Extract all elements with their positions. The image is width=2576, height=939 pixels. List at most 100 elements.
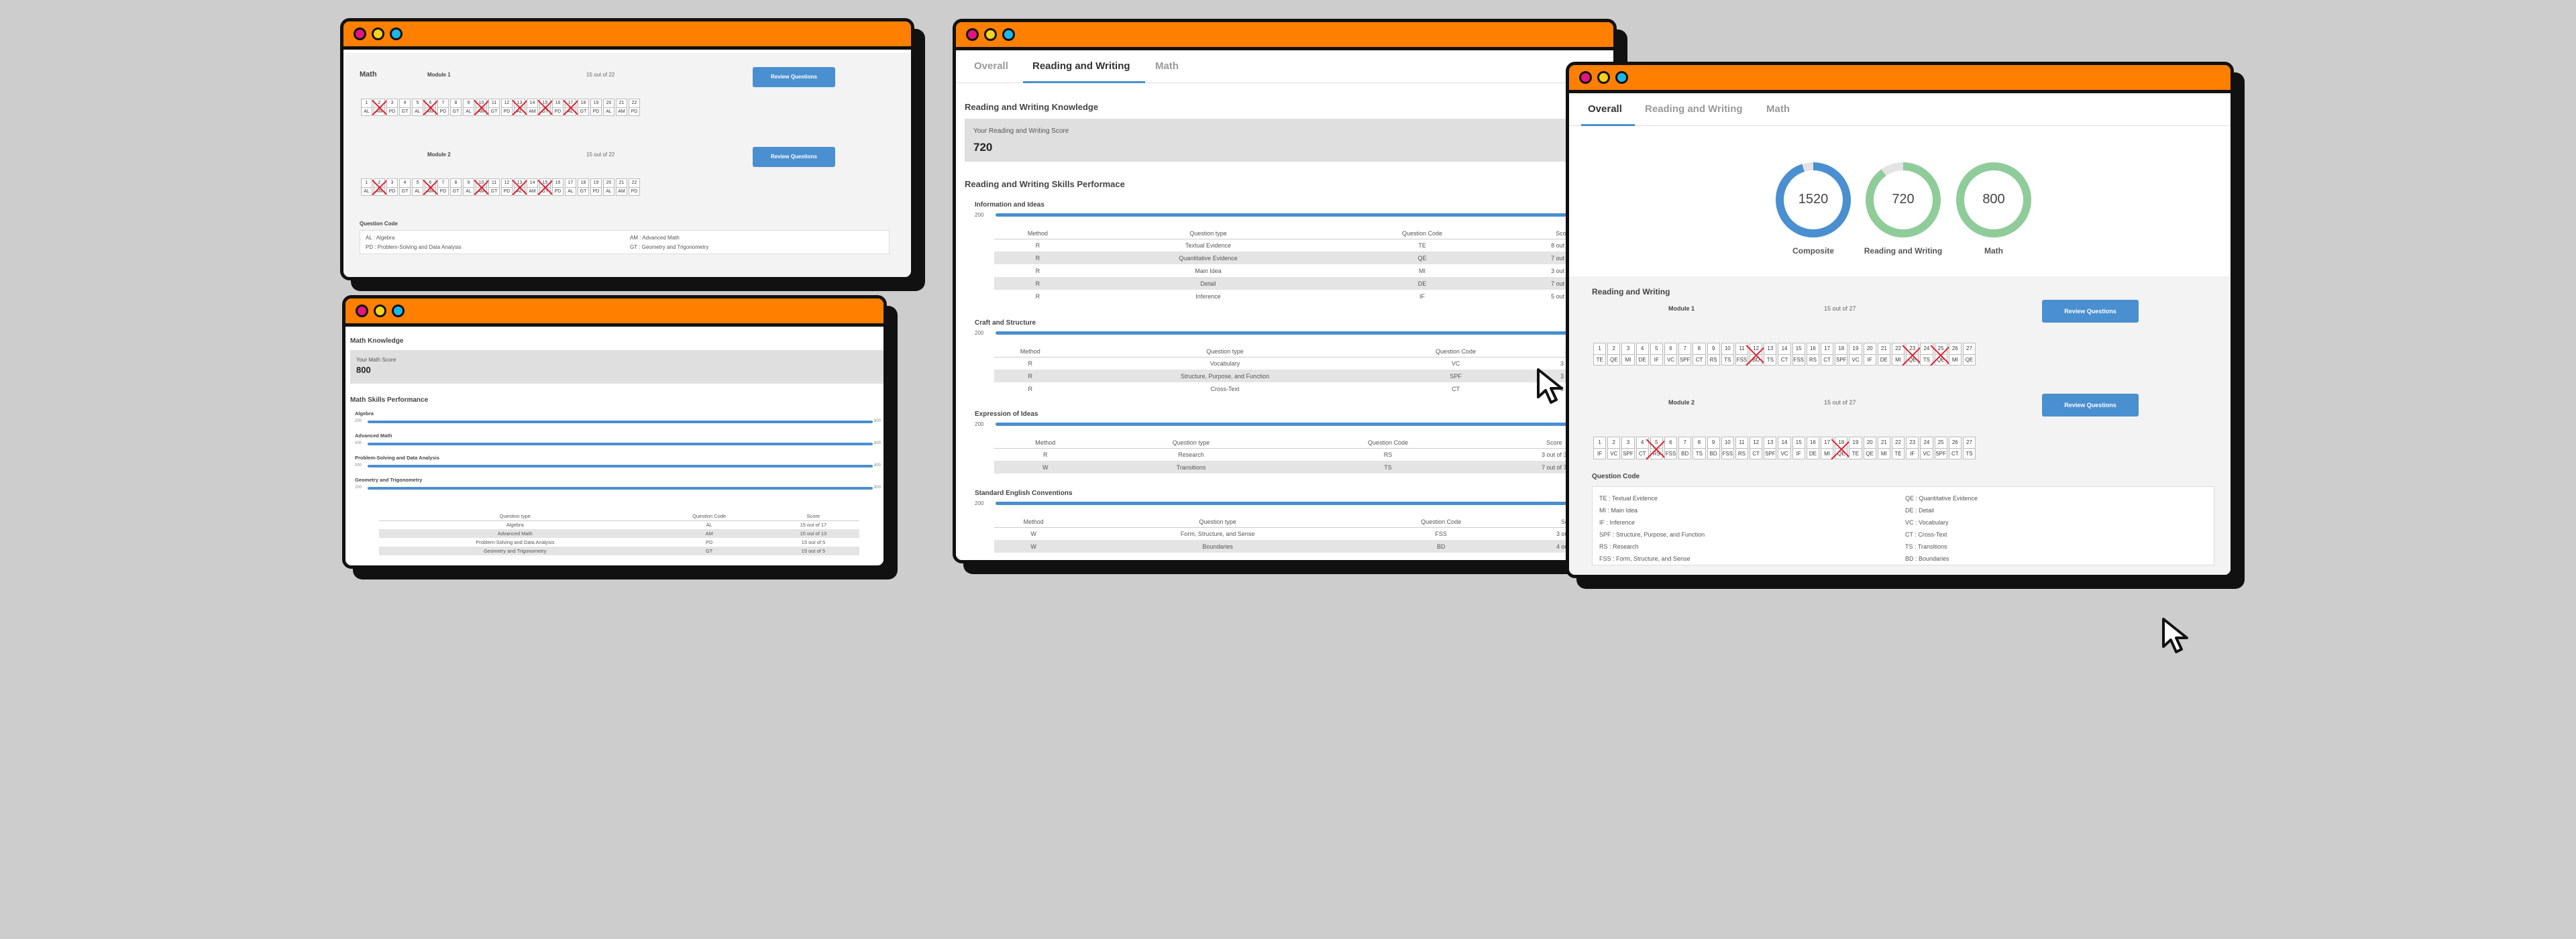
question-cell[interactable]: 14 AM xyxy=(527,99,538,116)
question-cell[interactable]: 9 AL xyxy=(463,99,474,116)
close-dot-icon[interactable] xyxy=(356,305,368,317)
question-cell[interactable]: 14 AM xyxy=(527,178,538,196)
question-cell[interactable]: 2 AM xyxy=(374,99,385,116)
question-cell[interactable]: 8 CT xyxy=(1693,343,1706,366)
tab-math[interactable]: Math xyxy=(1766,103,1790,115)
question-cell[interactable]: 12 PD xyxy=(501,178,513,196)
question-cell[interactable]: 25 SPF xyxy=(1934,437,1947,459)
question-cell[interactable]: 16 PD xyxy=(552,178,564,196)
question-cell[interactable]: 3 MI xyxy=(1621,343,1635,366)
question-cell[interactable]: 6 AM xyxy=(425,178,436,196)
question-cell[interactable]: 1 AL xyxy=(361,99,372,116)
question-cell[interactable]: 7 BD xyxy=(1678,437,1692,459)
question-cell[interactable]: 15 FSS xyxy=(1792,343,1805,366)
question-cell[interactable]: 11 GT xyxy=(488,178,500,196)
question-cell[interactable]: 11 RS xyxy=(1735,437,1749,459)
question-cell[interactable]: 7 SPF xyxy=(1678,343,1692,366)
question-cell[interactable]: 5 AL xyxy=(412,178,423,196)
question-cell[interactable]: 3 PD xyxy=(386,99,398,116)
question-cell[interactable]: 12 PD xyxy=(501,99,513,116)
question-cell[interactable]: 1 TE xyxy=(1593,343,1607,366)
question-cell[interactable]: 26 MI xyxy=(1948,343,1962,366)
question-cell[interactable]: 14 VC xyxy=(1778,437,1791,459)
question-cell[interactable]: 20 IF xyxy=(1863,343,1876,366)
question-cell[interactable]: 18 SPF xyxy=(1835,343,1848,366)
question-cell[interactable]: 19 TE xyxy=(1849,437,1862,459)
question-cell[interactable]: 3 SPF xyxy=(1621,437,1635,459)
question-cell[interactable]: 12 BD xyxy=(1750,343,1763,366)
question-cell[interactable]: 24 VC xyxy=(1920,437,1933,459)
title-bar[interactable] xyxy=(343,21,911,50)
question-cell[interactable]: 15 IF xyxy=(1792,437,1805,459)
question-cell[interactable]: 1 AL xyxy=(361,178,372,196)
minimize-dot-icon[interactable] xyxy=(374,305,386,317)
question-cell[interactable]: 13 AL xyxy=(514,99,525,116)
title-bar[interactable] xyxy=(956,22,1613,50)
question-cell[interactable]: 6 VC xyxy=(1664,343,1678,366)
question-cell[interactable]: 9 AL xyxy=(463,178,474,196)
question-cell[interactable]: 6 AM xyxy=(425,99,436,116)
question-cell[interactable]: 25 QE xyxy=(1934,343,1947,366)
question-cell[interactable]: 13 TS xyxy=(1764,343,1777,366)
question-cell[interactable]: 10 AM xyxy=(476,99,487,116)
question-cell[interactable]: 23 QE xyxy=(1906,343,1919,366)
question-cell[interactable]: 2 AM xyxy=(374,178,385,196)
question-cell[interactable]: 2 QE xyxy=(1607,343,1621,366)
question-cell[interactable]: 7 PD xyxy=(437,178,449,196)
question-cell[interactable]: 20 AL xyxy=(603,178,614,196)
question-cell[interactable]: 16 DE xyxy=(1806,437,1819,459)
question-cell[interactable]: 4 GT xyxy=(399,178,411,196)
question-cell[interactable]: 16 PD xyxy=(552,99,564,116)
question-cell[interactable]: 16 RS xyxy=(1806,343,1819,366)
minimize-dot-icon[interactable] xyxy=(372,27,384,40)
tab-math[interactable]: Math xyxy=(1155,60,1179,72)
question-cell[interactable]: 23 IF xyxy=(1906,437,1919,459)
question-cell[interactable]: 22 PD xyxy=(629,178,640,196)
maximize-dot-icon[interactable] xyxy=(1002,28,1015,41)
question-cell[interactable]: 1 IF xyxy=(1593,437,1607,459)
question-cell[interactable]: 4 GT xyxy=(399,99,411,116)
question-cell[interactable]: 19 VC xyxy=(1849,343,1862,366)
question-cell[interactable]: 14 CT xyxy=(1778,343,1791,366)
question-cell[interactable]: 20 AL xyxy=(603,99,614,116)
question-cell[interactable]: 22 PD xyxy=(629,99,640,116)
question-cell[interactable]: 21 MI xyxy=(1877,437,1890,459)
question-cell[interactable]: 21 DE xyxy=(1877,343,1890,366)
question-cell[interactable]: 5 IF xyxy=(1650,343,1663,366)
question-cell[interactable]: 4 DE xyxy=(1635,343,1649,366)
tab-overall[interactable]: Overall xyxy=(1588,103,1622,115)
question-cell[interactable]: 17 CT xyxy=(1821,343,1834,366)
question-cell[interactable]: 27 QE xyxy=(1962,343,1976,366)
tab-reading-writing[interactable]: Reading and Writing xyxy=(1645,103,1743,115)
review-questions-button[interactable]: Review Questions xyxy=(753,67,835,87)
question-cell[interactable]: 12 CT xyxy=(1750,437,1763,459)
question-cell[interactable]: 13 SPF xyxy=(1764,437,1777,459)
question-cell[interactable]: 19 PD xyxy=(590,99,602,116)
question-cell[interactable]: 15 GT xyxy=(539,99,551,116)
question-cell[interactable]: 2 VC xyxy=(1607,437,1621,459)
tab-overall[interactable]: Overall xyxy=(974,60,1008,72)
question-cell[interactable]: 9 RS xyxy=(1707,343,1720,366)
question-cell[interactable]: 19 PD xyxy=(590,178,602,196)
question-cell[interactable]: 5 RS xyxy=(1650,437,1663,459)
question-cell[interactable]: 7 PD xyxy=(437,99,449,116)
question-cell[interactable]: 17 AL xyxy=(565,99,576,116)
question-cell[interactable]: 17 AL xyxy=(565,178,576,196)
question-cell[interactable]: 13 AL xyxy=(514,178,525,196)
close-dot-icon[interactable] xyxy=(966,28,979,41)
question-cell[interactable]: 10 TS xyxy=(1721,343,1734,366)
question-cell[interactable]: 15 GT xyxy=(539,178,551,196)
question-cell[interactable]: 27 TS xyxy=(1962,437,1976,459)
maximize-dot-icon[interactable] xyxy=(392,305,405,317)
question-cell[interactable]: 20 QE xyxy=(1863,437,1876,459)
close-dot-icon[interactable] xyxy=(354,27,366,40)
maximize-dot-icon[interactable] xyxy=(1615,71,1628,84)
question-cell[interactable]: 18 GT xyxy=(578,178,589,196)
question-cell[interactable]: 8 GT xyxy=(450,178,462,196)
question-cell[interactable]: 8 GT xyxy=(450,99,462,116)
question-cell[interactable]: 11 GT xyxy=(488,99,500,116)
question-cell[interactable]: 26 CT xyxy=(1948,437,1962,459)
maximize-dot-icon[interactable] xyxy=(390,27,402,40)
minimize-dot-icon[interactable] xyxy=(984,28,997,41)
question-cell[interactable]: 18 GT xyxy=(578,99,589,116)
